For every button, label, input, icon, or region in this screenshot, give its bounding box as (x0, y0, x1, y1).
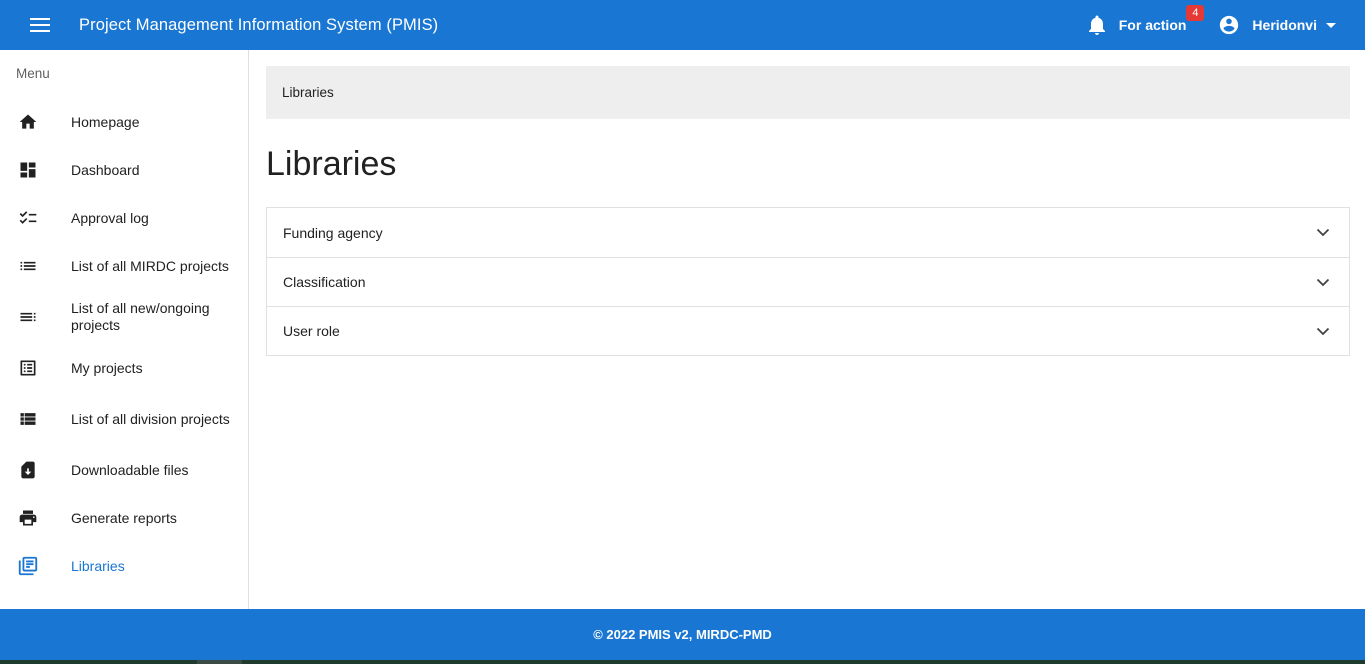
accordion-funding-agency[interactable]: Funding agency (267, 208, 1349, 257)
sidebar-item-my-projects[interactable]: My projects (0, 344, 248, 392)
footer-copyright: © 2022 PMIS v2, MIRDC-PMD (593, 627, 772, 642)
view-list-icon (17, 408, 39, 430)
accordion-label: User role (283, 323, 340, 339)
sidebar-item-label: Libraries (71, 557, 125, 574)
libraries-accordion: Funding agency Classification User role (266, 207, 1350, 356)
breadcrumb: Libraries (266, 66, 1350, 119)
sidebar-item-downloadable-files[interactable]: Downloadable files (0, 446, 248, 494)
sidebar-item-label: List of all division projects (71, 410, 230, 427)
home-icon (17, 111, 39, 133)
user-name: Heridonvi (1252, 17, 1317, 33)
document-list-icon (17, 357, 39, 379)
accordion-user-role[interactable]: User role (267, 306, 1349, 355)
checklist-icon (17, 207, 39, 229)
chevron-down-icon (1313, 321, 1333, 341)
sidebar-item-label: Dashboard (71, 161, 140, 178)
list-icon (17, 255, 39, 277)
notification-count-badge: 4 (1186, 5, 1205, 21)
printer-icon (17, 507, 39, 529)
for-action-label: For action (1118, 17, 1187, 33)
sidebar-item-label: Approval log (71, 209, 149, 226)
chevron-down-icon (1313, 272, 1333, 292)
for-action-button[interactable]: For action 4 (1088, 5, 1205, 35)
sidebar-item-dashboard[interactable]: Dashboard (0, 146, 248, 194)
accordion-label: Classification (283, 274, 366, 290)
dashboard-icon (17, 159, 39, 181)
sidebar-item-division-projects[interactable]: List of all division projects (0, 392, 248, 446)
sidebar-item-label: Downloadable files (71, 461, 189, 478)
bottom-strip (0, 660, 1365, 664)
sidebar: Menu Homepage Dashboard Approval log Lis… (0, 50, 249, 609)
sidebar-item-libraries[interactable]: Libraries (0, 542, 248, 590)
accordion-label: Funding agency (283, 224, 383, 241)
library-books-icon (17, 555, 39, 577)
main-content: Libraries Libraries Funding agency Class… (266, 66, 1350, 356)
sidebar-item-label: My projects (71, 359, 143, 376)
sidebar-item-mirdc-projects[interactable]: List of all MIRDC projects (0, 242, 248, 290)
user-menu-button[interactable]: Heridonvi (1218, 14, 1337, 36)
bell-icon (1088, 15, 1105, 35)
hamburger-menu-button[interactable] (20, 5, 60, 45)
sidebar-item-approval-log[interactable]: Approval log (0, 194, 248, 242)
menu-header: Menu (16, 66, 50, 81)
accordion-classification[interactable]: Classification (267, 257, 1349, 306)
sidebar-item-label: Generate reports (71, 509, 177, 526)
sidebar-item-generate-reports[interactable]: Generate reports (0, 494, 248, 542)
account-circle-icon (1220, 15, 1239, 35)
page-title: Libraries (266, 145, 397, 183)
bottom-strip-segment (197, 660, 242, 664)
sidebar-item-ongoing-projects[interactable]: List of all new/ongoing projects (0, 290, 248, 344)
caret-down-icon (1326, 23, 1336, 28)
sidebar-item-label: List of all MIRDC projects (71, 257, 229, 274)
list-ongoing-icon (17, 306, 39, 328)
sidebar-item-homepage[interactable]: Homepage (0, 98, 248, 146)
chevron-down-icon (1313, 223, 1333, 243)
top-app-bar: Project Management Information System (P… (0, 0, 1365, 50)
app-title: Project Management Information System (P… (79, 15, 439, 34)
download-file-icon (17, 459, 39, 481)
menu-icon (30, 18, 50, 32)
sidebar-item-label: List of all new/ongoing projects (71, 300, 210, 333)
sidebar-item-label: Homepage (71, 113, 140, 130)
footer: © 2022 PMIS v2, MIRDC-PMD (0, 609, 1365, 660)
